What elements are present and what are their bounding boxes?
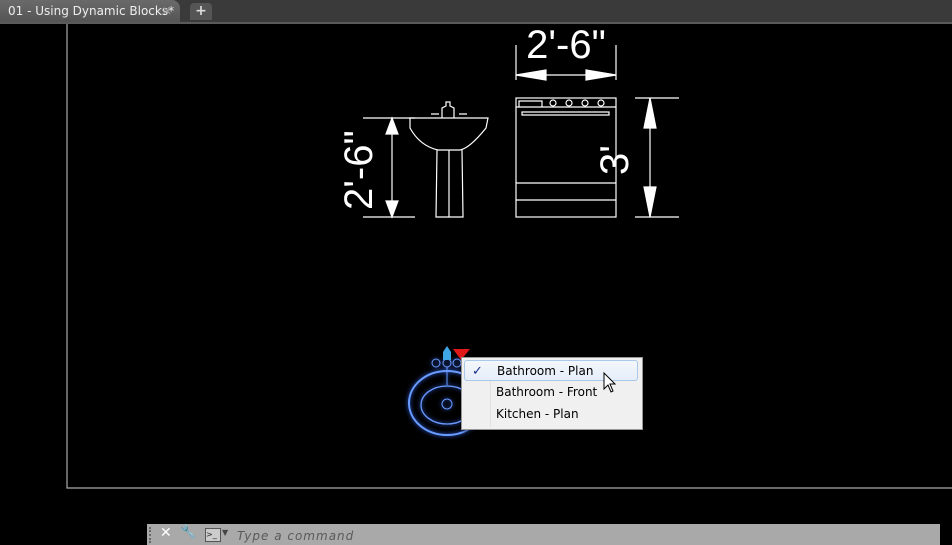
dim-text-sink-height: 2'-6" (337, 130, 381, 210)
dim-text-range-height: 3' (593, 145, 637, 175)
grip-icon (443, 346, 451, 360)
command-line: ✕ 🔧 >_ ▼ (147, 524, 940, 545)
command-prompt-icon[interactable]: >_ (205, 528, 221, 542)
mouse-cursor-icon (603, 372, 617, 393)
drawing-canvas[interactable]: 2'-6" 2'-6" 3' (0, 0, 952, 545)
dim-text-range-width: 2'-6" (526, 23, 606, 67)
command-input[interactable] (235, 526, 929, 545)
check-icon: ✓ (472, 364, 483, 379)
drag-handle[interactable] (149, 527, 156, 543)
sink-front-block (409, 101, 489, 218)
wrench-icon[interactable]: 🔧 (180, 525, 196, 540)
close-icon[interactable]: ✕ (160, 525, 172, 541)
chevron-down-icon[interactable]: ▼ (222, 528, 228, 537)
dimension-range-height (635, 97, 679, 218)
menu-item-kitchen-plan[interactable]: Kitchen - Plan (464, 404, 638, 425)
